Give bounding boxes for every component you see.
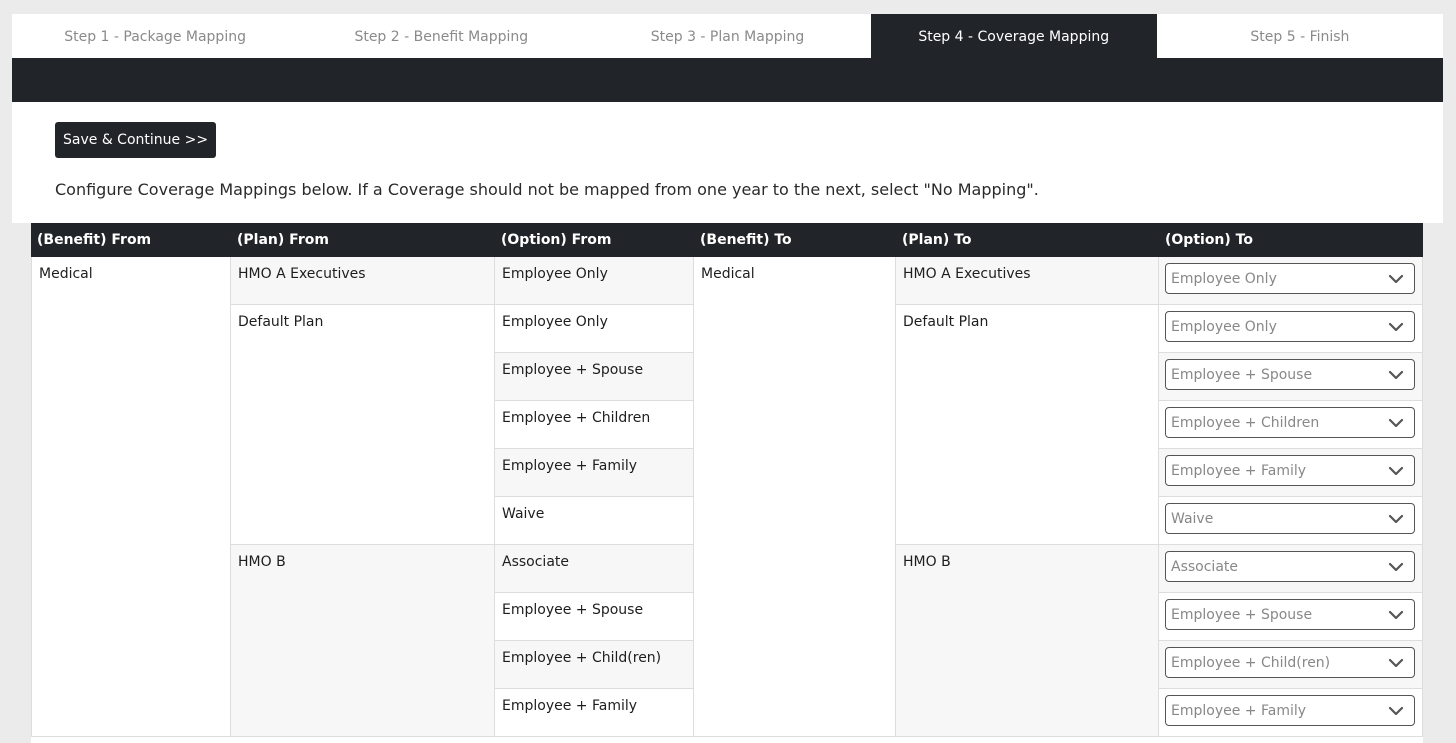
chevron-down-icon (1388, 466, 1404, 476)
header-plan-from: (Plan) From (231, 223, 495, 257)
option-from-cell: Employee Only (495, 305, 694, 353)
option-to-cell: Employee Only (1159, 257, 1423, 305)
header-benefit-from: (Benefit) From (31, 223, 231, 257)
option-to-value: Employee + Family (1171, 463, 1307, 479)
chevron-down-icon (1388, 370, 1404, 380)
instructions-text: Configure Coverage Mappings below. If a … (55, 180, 1039, 199)
header-bar (12, 58, 1443, 102)
option-to-cell: Waive (1159, 497, 1423, 545)
option-to-cell: Employee + Family (1159, 449, 1423, 497)
option-to-value: Employee + Spouse (1171, 367, 1313, 383)
plan-to-cell: Default Plan (896, 305, 1159, 545)
option-from-cell: Employee Only (495, 257, 694, 305)
chevron-down-icon (1388, 418, 1404, 428)
option-to-cell: Employee + Child(ren) (1159, 641, 1423, 689)
option-from-cell: Waive (495, 497, 694, 545)
option-to-select[interactable]: Associate (1165, 551, 1415, 582)
option-from-cell: Associate (495, 545, 694, 593)
tab-step-5-finish[interactable]: Step 5 - Finish (1157, 14, 1443, 58)
coverage-mapping-table: (Benefit) From (Plan) From (Option) From… (31, 223, 1423, 743)
step-tabs: Step 1 - Package Mapping Step 2 - Benefi… (12, 14, 1443, 58)
option-from-cell: Employee + Spouse (495, 353, 694, 401)
plan-to-cell: HMO B (896, 545, 1159, 737)
chevron-down-icon (1388, 610, 1404, 620)
benefit-to-cell: Medical (694, 257, 896, 737)
option-to-cell: Employee + Children (1159, 401, 1423, 449)
save-continue-button[interactable]: Save & Continue >> (55, 122, 217, 158)
chevron-down-icon (1388, 706, 1404, 716)
tab-step-1-package-mapping[interactable]: Step 1 - Package Mapping (12, 14, 298, 58)
option-to-select[interactable]: Employee + Family (1165, 455, 1415, 486)
option-from-cell: Employee + Child(ren) (495, 641, 694, 689)
option-to-select[interactable]: Employee + Spouse (1165, 359, 1415, 390)
option-to-value: Employee + Family (1171, 703, 1307, 719)
option-to-cell: Associate (1159, 545, 1423, 593)
chevron-down-icon (1388, 658, 1404, 668)
option-to-value: Waive (1171, 511, 1214, 527)
header-plan-to: (Plan) To (896, 223, 1159, 257)
plan-from-cell: HMO A Executives (231, 257, 495, 305)
header-option-to: (Option) To (1159, 223, 1423, 257)
option-to-value: Employee Only (1171, 271, 1277, 287)
option-to-value: Employee + Child(ren) (1171, 655, 1331, 671)
option-to-cell: Employee + Spouse (1159, 593, 1423, 641)
option-to-select[interactable]: Employee + Spouse (1165, 599, 1415, 630)
tab-step-2-benefit-mapping[interactable]: Step 2 - Benefit Mapping (298, 14, 584, 58)
plan-from-cell: HMO B (231, 545, 495, 737)
chevron-down-icon (1388, 562, 1404, 572)
tab-step-4-coverage-mapping[interactable]: Step 4 - Coverage Mapping (870, 14, 1157, 58)
option-from-cell: Employee + Children (495, 401, 694, 449)
tab-step-3-plan-mapping[interactable]: Step 3 - Plan Mapping (584, 14, 870, 58)
header-benefit-to: (Benefit) To (694, 223, 896, 257)
option-to-cell: Employee + Spouse (1159, 353, 1423, 401)
option-to-select[interactable]: Employee + Children (1165, 407, 1415, 438)
option-from-cell: Employee + Family (495, 449, 694, 497)
plan-from-cell: Default Plan (231, 305, 495, 545)
chevron-down-icon (1388, 274, 1404, 284)
option-to-cell: Employee + Family (1159, 689, 1423, 737)
option-to-value: Employee + Children (1171, 415, 1320, 431)
header-option-from: (Option) From (495, 223, 694, 257)
chevron-down-icon (1388, 322, 1404, 332)
option-from-cell: Employee + Spouse (495, 593, 694, 641)
option-to-value: Associate (1171, 559, 1238, 575)
option-to-select[interactable]: Employee + Child(ren) (1165, 647, 1415, 678)
option-to-select[interactable]: Waive (1165, 503, 1415, 534)
option-from-cell: Employee + Family (495, 689, 694, 737)
chevron-down-icon (1388, 514, 1404, 524)
content-panel: Save & Continue >> Configure Coverage Ma… (12, 102, 1443, 223)
plan-to-cell: HMO A Executives (896, 257, 1159, 305)
option-to-cell: Employee Only (1159, 305, 1423, 353)
option-to-value: Employee Only (1171, 319, 1277, 335)
option-to-select[interactable]: Employee Only (1165, 311, 1415, 342)
option-to-value: Employee + Spouse (1171, 607, 1313, 623)
option-to-select[interactable]: Employee + Family (1165, 695, 1415, 726)
option-to-select[interactable]: Employee Only (1165, 263, 1415, 294)
benefit-from-cell: Medical (31, 257, 231, 737)
